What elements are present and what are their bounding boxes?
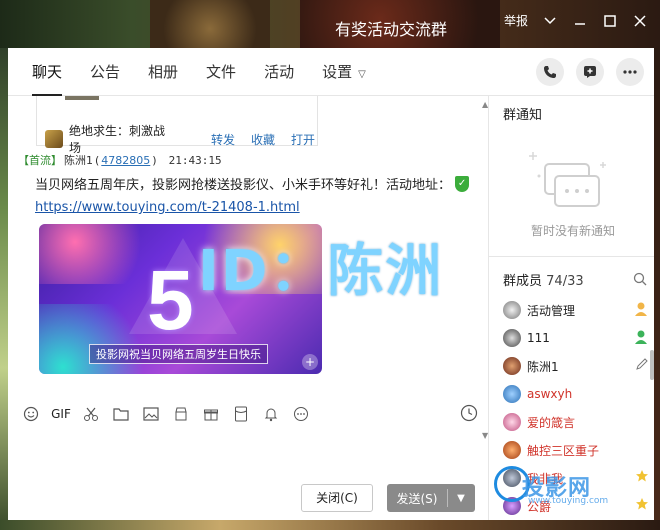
chevron-down-icon[interactable]: ▼	[448, 493, 474, 504]
more-tools-icon[interactable]	[286, 403, 316, 425]
add-app-icon[interactable]	[576, 58, 604, 86]
tab-album[interactable]: 相册	[134, 48, 192, 96]
chat-window: 聊天 公告 相册 文件 活动 设置 ▽ 绝地求生：刺激战场 转发 收藏 打开 【…	[8, 48, 654, 520]
scissors-icon[interactable]	[76, 403, 106, 425]
shop-icon[interactable]	[166, 403, 196, 425]
close-icon[interactable]	[632, 13, 648, 29]
chevron-down-icon: ▽	[358, 68, 366, 80]
members-count: 74/33	[546, 274, 584, 289]
member-row[interactable]: 触控三区重子	[503, 436, 653, 464]
message-link[interactable]: https://www.touying.com/t-21408-1.html	[35, 200, 300, 215]
right-sidebar: 群通知 暂时没有新通知 群成员 74/33 活动管理 111 陈洲1 aswxy…	[489, 96, 654, 520]
input-toolbar: GIF	[8, 398, 488, 430]
clock-icon[interactable]	[460, 404, 478, 425]
banner-caption: 投影网祝当贝网络五周岁生日快乐	[89, 344, 268, 364]
member-row[interactable]: aswxyh	[503, 380, 653, 408]
divider	[489, 256, 654, 257]
avatar	[503, 301, 521, 319]
emoji-icon[interactable]	[16, 403, 46, 425]
share-card[interactable]: 绝地求生：刺激战场 转发 收藏 打开	[36, 96, 318, 155]
background-art	[0, 520, 660, 530]
empty-notice-illustration-icon	[519, 146, 619, 216]
member-row[interactable]: 111	[503, 324, 653, 352]
empty-notice-text: 暂时没有新通知	[530, 224, 615, 238]
background-art	[0, 48, 8, 528]
admin-badge-icon	[633, 329, 649, 348]
close-button[interactable]: 关闭(C)	[301, 484, 373, 512]
maximize-icon[interactable]	[602, 13, 618, 29]
card-title: 绝地求生：刺激战场	[69, 124, 166, 155]
title-bar[interactable]: 有奖活动交流群 举报	[8, 0, 654, 48]
shield-icon: ✓	[455, 175, 470, 192]
star-icon	[635, 497, 649, 514]
notice-title: 群通知	[503, 108, 543, 123]
tab-chat[interactable]: 聊天	[18, 48, 76, 96]
owner-badge-icon	[633, 301, 649, 320]
window-controls: 举报	[504, 12, 648, 29]
avatar	[503, 385, 521, 403]
gift-icon[interactable]	[196, 403, 226, 425]
member-row[interactable]: 陈洲1	[503, 352, 653, 380]
avatar	[503, 441, 521, 459]
id-overlay-text: ID：陈洲	[198, 239, 444, 304]
avatar	[503, 357, 521, 375]
game-icon	[45, 130, 63, 148]
sender-qq[interactable]: 4782805	[101, 154, 150, 167]
forward-link[interactable]: 转发	[211, 131, 235, 148]
favorite-link[interactable]: 收藏	[251, 131, 275, 148]
phone-icon[interactable]	[536, 58, 564, 86]
member-tag: 【首流】	[18, 154, 62, 167]
image-icon[interactable]	[136, 403, 166, 425]
message-input[interactable]: 关闭(C) 发送(S) ▼	[8, 430, 488, 520]
tab-settings[interactable]: 设置 ▽	[308, 48, 380, 96]
message-text: 当贝网络五周年庆，投影网抢楼送投影仪、小米手环等好礼！活动地址： ✓	[35, 174, 470, 193]
message-header: 【首流】 陈洲1 (4782805) 21:43:15	[18, 152, 222, 168]
tab-files[interactable]: 文件	[192, 48, 250, 96]
banner-number: 5	[147, 253, 194, 347]
sender-name[interactable]: 陈洲1	[64, 152, 93, 168]
minimize-icon[interactable]	[572, 13, 588, 29]
expand-icon[interactable]: +	[302, 354, 318, 370]
search-icon[interactable]	[633, 272, 647, 289]
send-button[interactable]: 发送(S) ▼	[387, 484, 475, 512]
watermark-logo: 投影网 www.touying.com	[494, 466, 634, 506]
gif-icon[interactable]: GIF	[46, 403, 76, 425]
tab-announcement[interactable]: 公告	[76, 48, 134, 96]
top-actions	[536, 58, 644, 86]
more-icon[interactable]	[616, 58, 644, 86]
chevron-down-icon[interactable]	[542, 13, 558, 29]
star-icon	[635, 469, 649, 486]
red-packet-icon[interactable]	[226, 403, 256, 425]
avatar	[503, 329, 521, 347]
member-row[interactable]: 爱的箴言	[503, 408, 653, 436]
avatar	[503, 413, 521, 431]
tab-activity[interactable]: 活动	[250, 48, 308, 96]
background-art	[654, 48, 660, 528]
edit-icon[interactable]	[635, 357, 649, 374]
report-button[interactable]: 举报	[504, 12, 528, 29]
bell-icon[interactable]	[256, 403, 286, 425]
folder-icon[interactable]	[106, 403, 136, 425]
members-scrollbar[interactable]	[650, 350, 654, 380]
card-thumbnail	[65, 96, 99, 100]
members-title: 群成员 74/33	[503, 274, 584, 289]
open-link[interactable]: 打开	[291, 131, 315, 148]
member-row[interactable]: 活动管理	[503, 296, 653, 324]
message-time: 21:43:15	[168, 153, 222, 167]
